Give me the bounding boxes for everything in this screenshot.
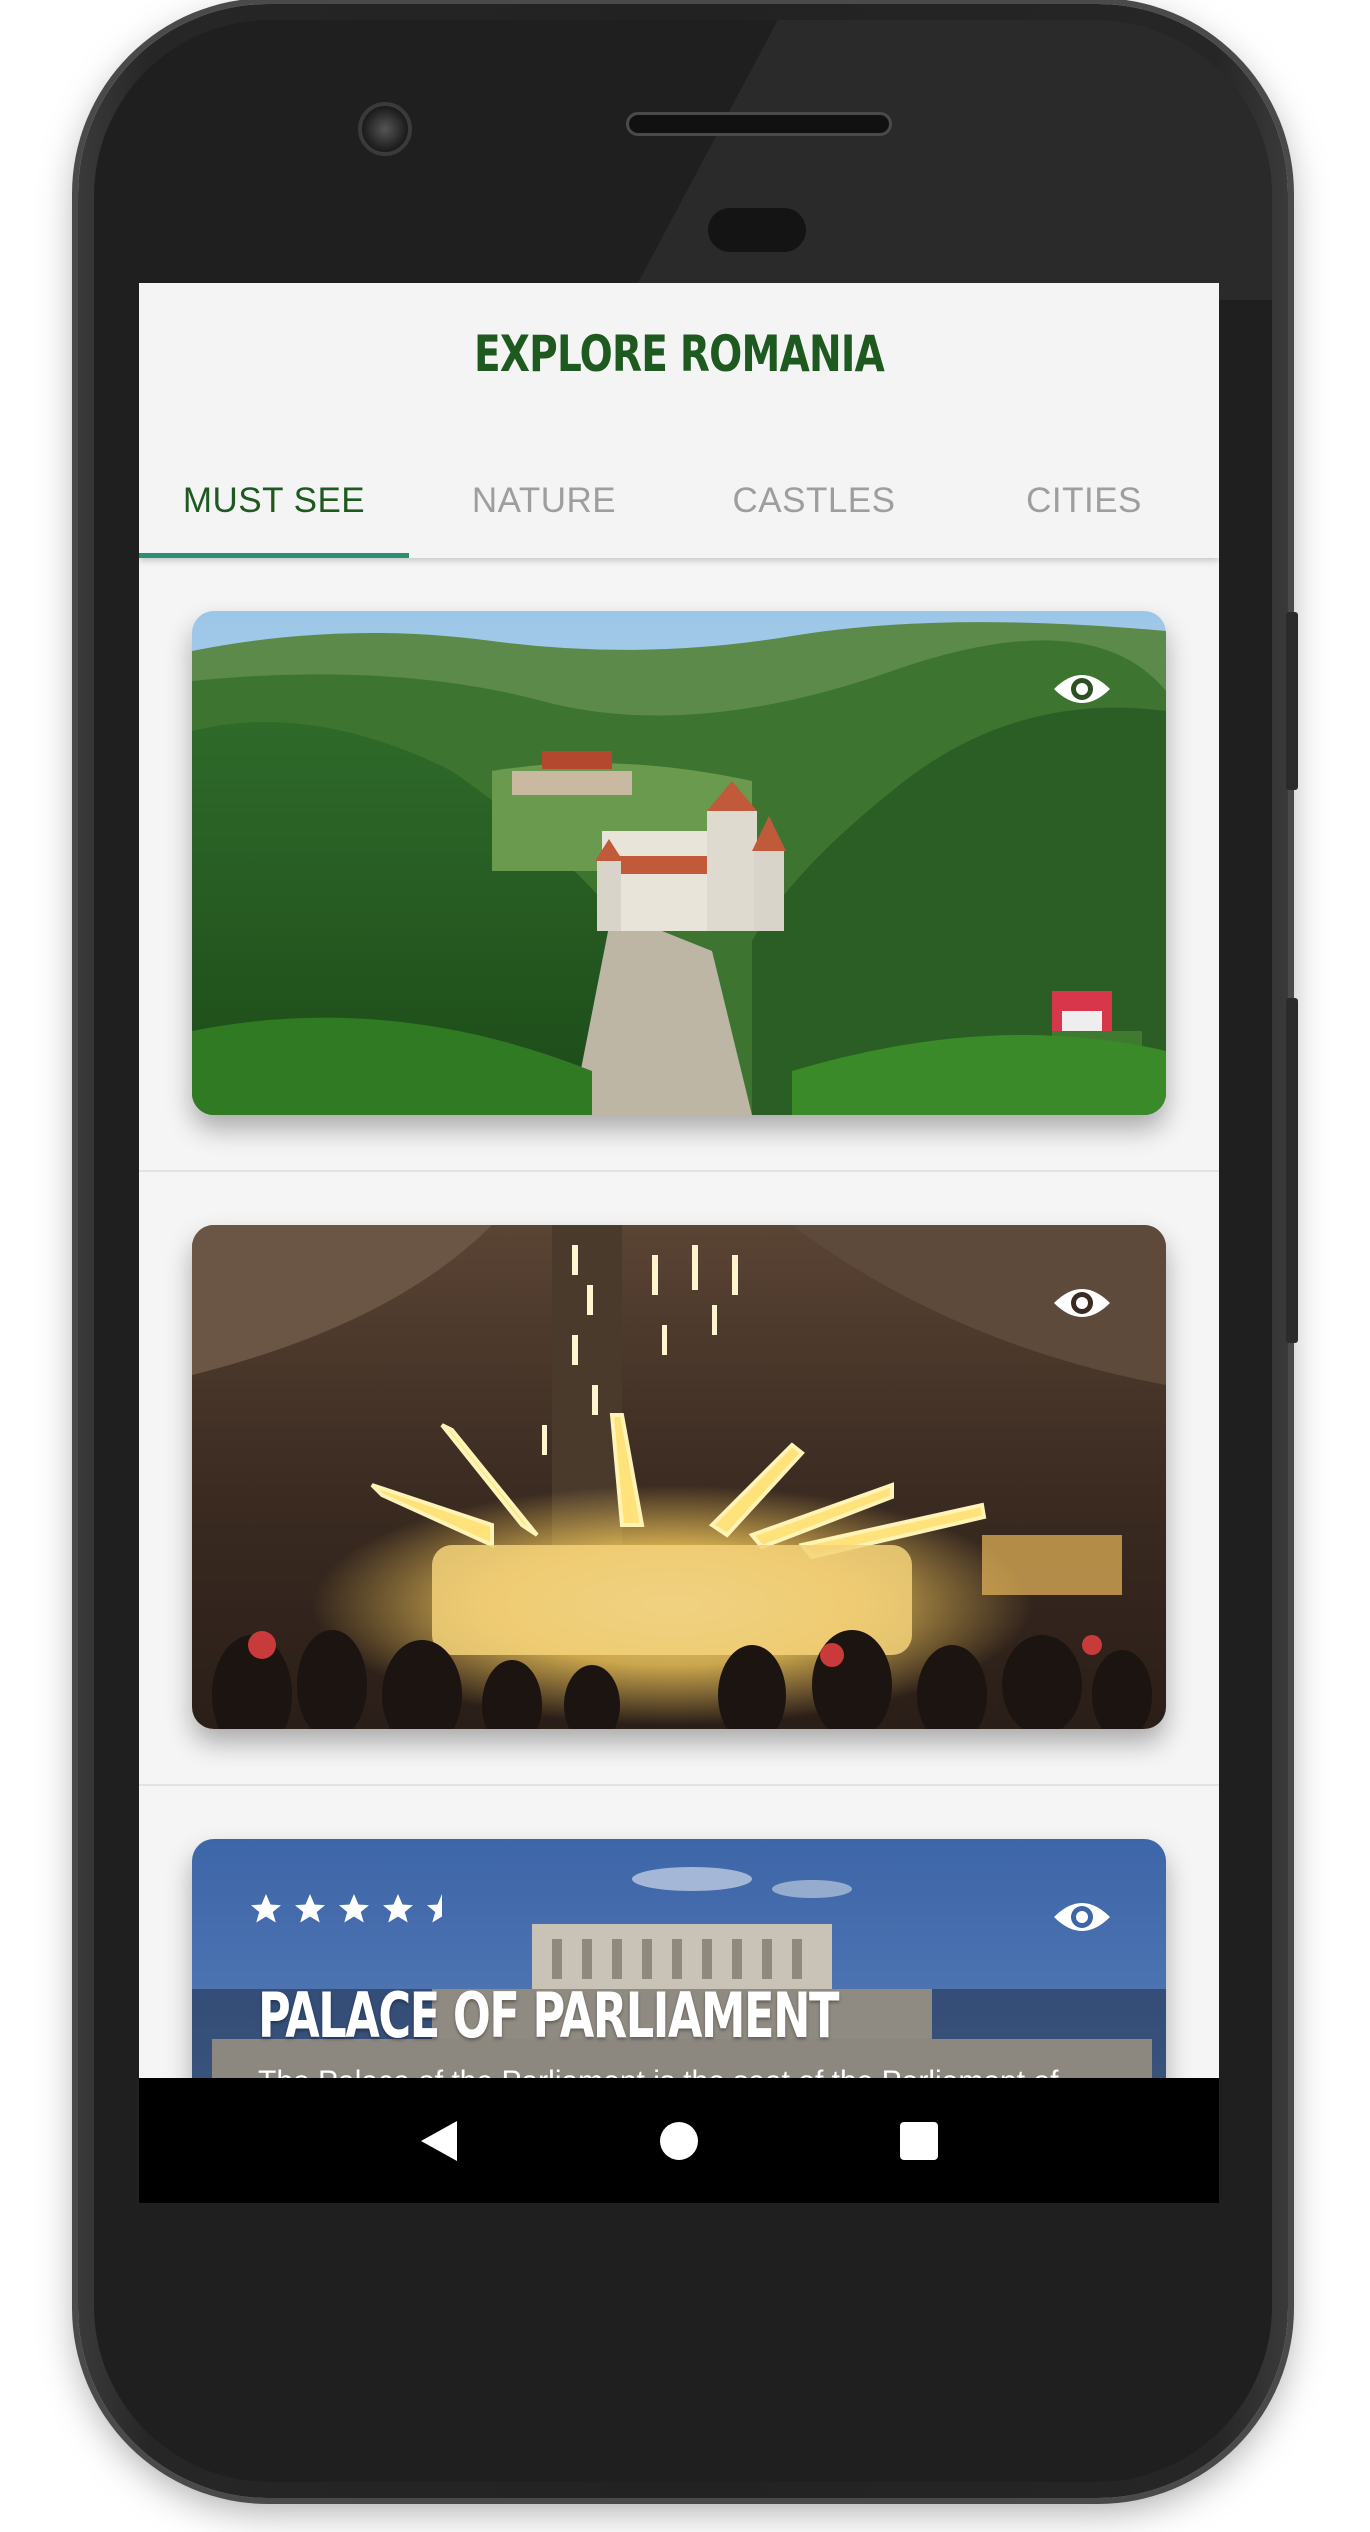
- attraction-card-salt-mine[interactable]: [192, 1225, 1166, 1729]
- tab-bar: MUST SEE NATURE CASTLES CITIES: [139, 473, 1219, 558]
- bezel-glare: [628, 20, 1272, 300]
- app-title: EXPLORE ROMANIA: [474, 325, 885, 383]
- eye-icon[interactable]: [1052, 1283, 1112, 1323]
- front-camera: [358, 102, 412, 156]
- back-icon[interactable]: [409, 2111, 469, 2171]
- attractions-list: PALACE OF PARLIAMENT The Palace of the P…: [139, 558, 1219, 2203]
- tab-cities[interactable]: CITIES: [949, 473, 1219, 558]
- list-item: [139, 1172, 1219, 1786]
- attraction-card-castle[interactable]: [192, 611, 1166, 1115]
- recents-icon[interactable]: [889, 2111, 949, 2171]
- rating-stars: [248, 1891, 460, 1927]
- proximity-sensor: [708, 208, 806, 252]
- tab-nature[interactable]: NATURE: [409, 473, 679, 558]
- app-screen: EXPLORE ROMANIA MUST SEE NATURE CASTLES …: [139, 283, 1219, 2203]
- home-icon[interactable]: [649, 2111, 709, 2171]
- half-star-icon: [427, 1894, 442, 1923]
- star-icon: [251, 1894, 281, 1923]
- system-nav-bar: [139, 2078, 1219, 2203]
- star-icon: [295, 1894, 325, 1923]
- star-icon: [339, 1894, 369, 1923]
- power-button: [1286, 998, 1298, 1343]
- card-title: PALACE OF PARLIAMENT: [258, 1979, 839, 2052]
- star-icon: [383, 1894, 413, 1923]
- device-mockup: EXPLORE ROMANIA MUST SEE NATURE CASTLES …: [0, 0, 1370, 2532]
- earpiece-speaker: [626, 112, 892, 136]
- castle-photo: [192, 611, 1166, 1115]
- salt-mine-photo: [192, 1225, 1166, 1729]
- eye-icon[interactable]: [1052, 669, 1112, 709]
- tab-castles[interactable]: CASTLES: [679, 473, 949, 558]
- tab-must-see[interactable]: MUST SEE: [139, 473, 409, 558]
- app-bar: EXPLORE ROMANIA MUST SEE NATURE CASTLES …: [139, 283, 1219, 558]
- volume-button: [1286, 612, 1298, 790]
- eye-icon[interactable]: [1052, 1897, 1112, 1937]
- list-item: [139, 558, 1219, 1172]
